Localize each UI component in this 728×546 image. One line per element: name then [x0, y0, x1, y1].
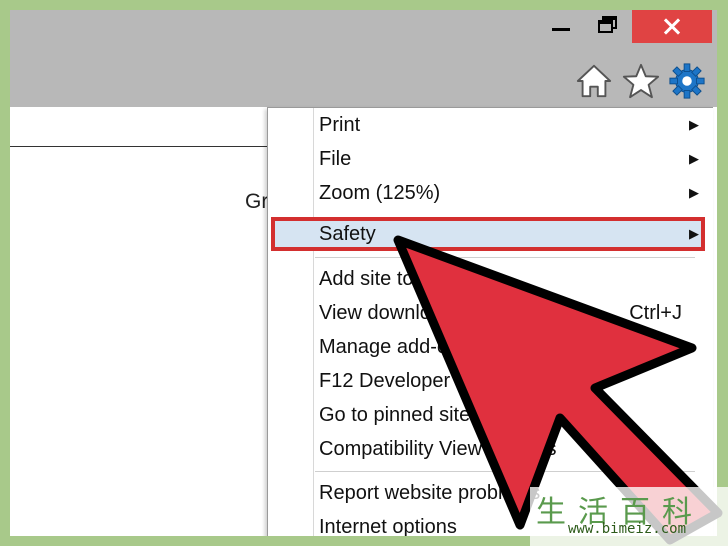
watermark-url: www.bimeiz.com [568, 521, 687, 537]
close-button[interactable] [632, 10, 712, 43]
menu-item-safety[interactable]: Safety [319, 220, 376, 248]
submenu-arrow-icon: ▶ [689, 151, 699, 166]
watermark: 生活百科 www.bimeiz.com [530, 487, 728, 546]
minimize-icon [552, 28, 570, 31]
home-icon[interactable] [575, 62, 613, 100]
menu-item-file[interactable]: File [319, 145, 351, 173]
gear-icon[interactable] [668, 62, 706, 100]
menu-item-print[interactable]: Print [319, 111, 360, 139]
address-bar-divider [10, 146, 270, 147]
minimize-button[interactable] [540, 10, 580, 40]
submenu-arrow-icon: ▶ [689, 117, 699, 132]
page-text: Gr [245, 190, 269, 213]
menu-item-zoom[interactable]: Zoom (125%) [319, 179, 440, 207]
star-icon[interactable] [622, 62, 660, 100]
restore-button[interactable] [590, 10, 630, 40]
submenu-arrow-icon: ▶ [689, 185, 699, 200]
